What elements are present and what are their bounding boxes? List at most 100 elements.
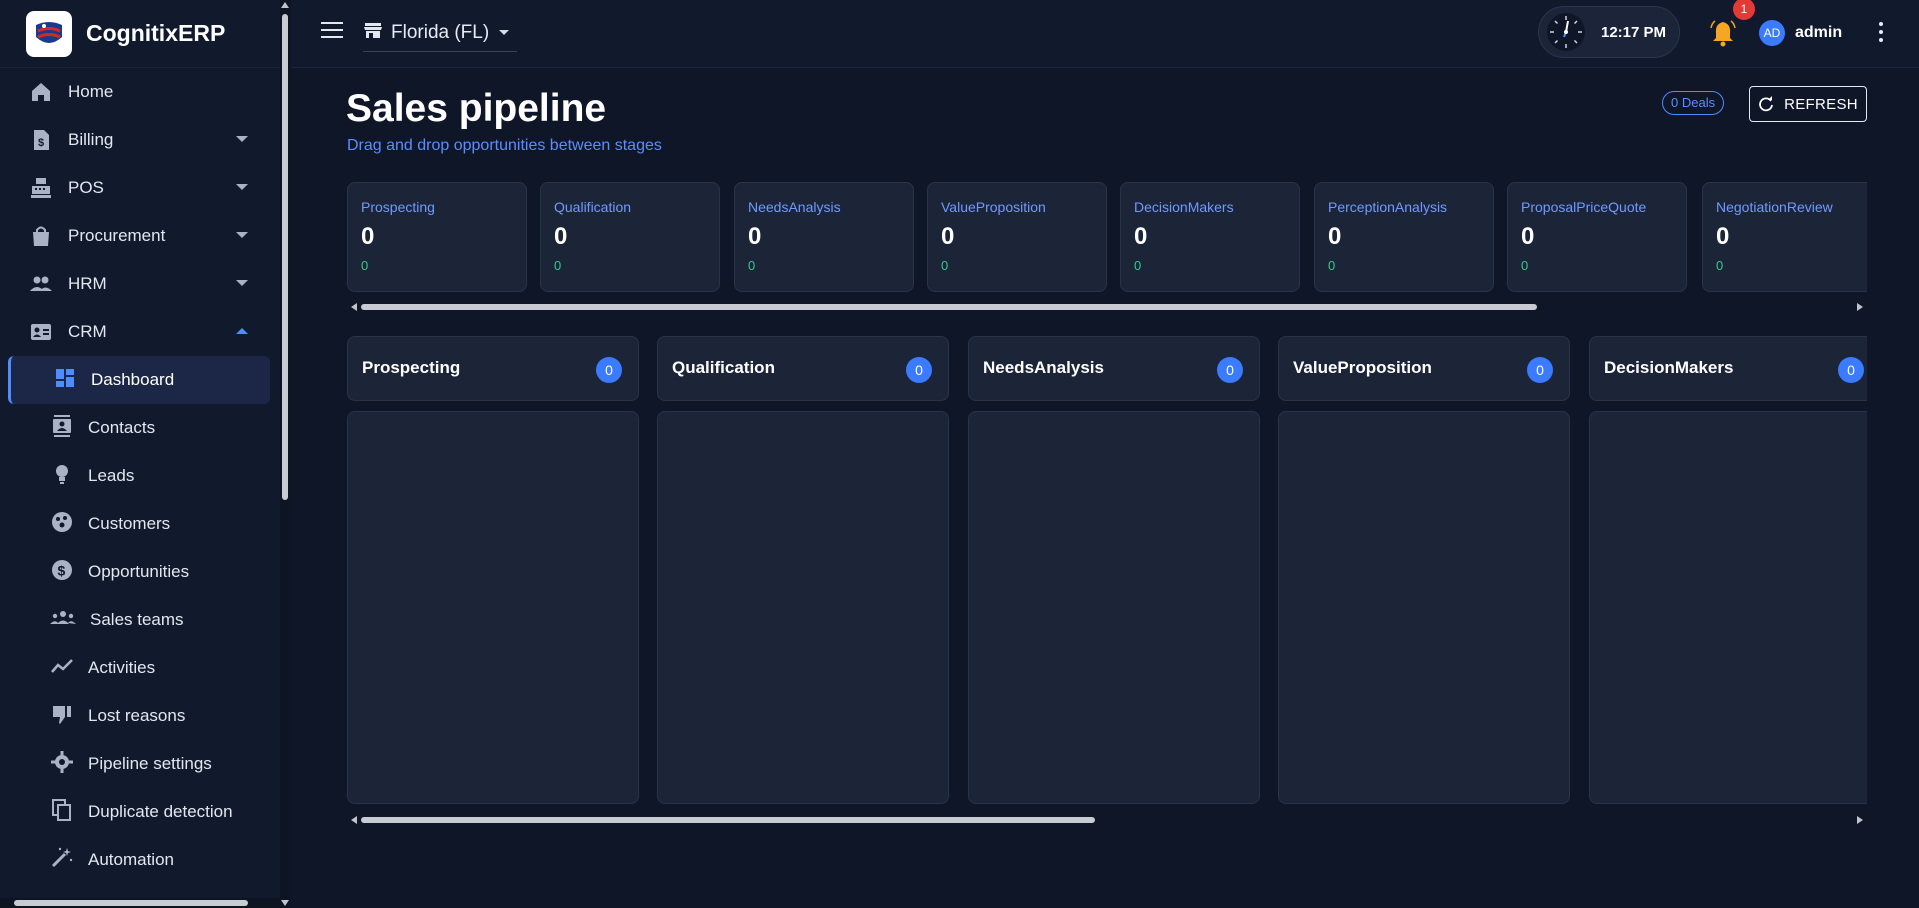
sidebar-subitem-duplicate-detection[interactable]: Duplicate detection xyxy=(0,788,280,836)
stage-amount: 0 xyxy=(361,258,369,273)
column-header[interactable]: NeedsAnalysis 0 xyxy=(968,336,1260,401)
sidebar-subitem-leads[interactable]: Leads xyxy=(0,452,280,500)
brand[interactable]: CognitixERP xyxy=(0,0,289,68)
stage-name: NeedsAnalysis xyxy=(748,199,841,215)
sidebar-subitem-automation[interactable]: Automation xyxy=(0,836,280,884)
sidebar-horizontal-scrollbar[interactable] xyxy=(0,898,280,908)
menu-toggle-button[interactable] xyxy=(321,22,345,46)
column-dropzone[interactable] xyxy=(1589,411,1867,804)
dashboard-icon xyxy=(53,366,77,395)
stage-summary-card: ValueProposition 0 0 xyxy=(927,182,1107,292)
kebab-dot xyxy=(1879,22,1883,26)
summary-horizontal-scrollbar[interactable] xyxy=(347,301,1867,313)
location-select[interactable]: Florida (FL) xyxy=(363,14,518,52)
stage-summary-card: PerceptionAnalysis 0 0 xyxy=(1314,182,1494,292)
app-root: CognitixERP Home $ Billing POS Procureme… xyxy=(0,0,1919,908)
avatar: AD xyxy=(1759,20,1785,46)
scrollbar-thumb[interactable] xyxy=(361,304,1537,310)
column-dropzone[interactable] xyxy=(347,411,639,804)
pos-icon xyxy=(28,175,54,201)
store-icon xyxy=(363,20,383,45)
customers-icon xyxy=(50,510,74,539)
stage-amount: 0 xyxy=(941,258,949,273)
stage-count: 0 xyxy=(748,223,762,250)
refresh-button[interactable]: REFRESH xyxy=(1749,86,1867,122)
column-dropzone[interactable] xyxy=(657,411,949,804)
stage-count: 0 xyxy=(554,223,568,250)
sidebar-subitem-label: Sales teams xyxy=(90,610,184,629)
chevron-down-icon xyxy=(236,232,248,238)
scroll-left-arrow-icon[interactable] xyxy=(351,303,357,311)
stage-count: 0 xyxy=(361,223,375,250)
sidebar-subitem-activities[interactable]: Activities xyxy=(0,644,280,692)
stage-name: ValueProposition xyxy=(941,199,1046,215)
column-dropzone[interactable] xyxy=(1278,411,1570,804)
sidebar-item-crm[interactable]: CRM xyxy=(0,308,280,356)
sidebar-subitem-label: Leads xyxy=(88,466,135,485)
sidebar-subitem-opportunities[interactable]: $ Opportunities xyxy=(0,548,280,596)
scrollbar-thumb[interactable] xyxy=(282,14,288,500)
stage-amount: 0 xyxy=(748,258,756,273)
column-header[interactable]: Prospecting 0 xyxy=(347,336,639,401)
column-header[interactable]: DecisionMakers 0 xyxy=(1589,336,1867,401)
lightbulb-icon xyxy=(50,462,74,491)
stage-summary-card: DecisionMakers 0 0 xyxy=(1120,182,1300,292)
column-count-badge: 0 xyxy=(596,357,622,383)
user-menu[interactable]: AD admin xyxy=(1759,20,1842,46)
trend-icon xyxy=(50,654,74,683)
scrollbar-thumb[interactable] xyxy=(14,900,248,906)
notifications-button[interactable] xyxy=(1708,18,1738,48)
sidebar-subitem-pipeline-settings[interactable]: Pipeline settings xyxy=(0,740,280,788)
sidebar-subitem-label: Dashboard xyxy=(91,370,175,389)
scroll-up-arrow-icon[interactable] xyxy=(281,2,289,8)
pipeline-column: NeedsAnalysis 0 xyxy=(968,336,1260,804)
stage-summary-card: ProposalPriceQuote 0 0 xyxy=(1507,182,1687,292)
people-icon xyxy=(28,271,54,297)
sidebar-subitem-contacts[interactable]: Contacts xyxy=(0,404,280,452)
sidebar-subitem-customers[interactable]: Customers xyxy=(0,500,280,548)
hamburger-line xyxy=(321,22,343,24)
more-options-button[interactable] xyxy=(1876,22,1886,46)
refresh-label: REFRESH xyxy=(1784,95,1858,113)
column-count-badge: 0 xyxy=(906,357,932,383)
user-name: admin xyxy=(1795,24,1843,41)
dollar-icon: $ xyxy=(50,558,74,587)
sidebar-item-home[interactable]: Home xyxy=(0,68,280,116)
sidebar-subitem-dashboard[interactable]: Dashboard xyxy=(8,356,270,404)
pipeline-column: Qualification 0 xyxy=(657,336,949,804)
stage-name: DecisionMakers xyxy=(1134,199,1234,215)
column-header[interactable]: Qualification 0 xyxy=(657,336,949,401)
scrollbar-thumb[interactable] xyxy=(361,817,1095,823)
column-title: Qualification xyxy=(672,358,775,377)
refresh-icon xyxy=(1759,96,1774,112)
sidebar-item-hrm[interactable]: HRM xyxy=(0,260,280,308)
contacts-icon xyxy=(50,414,74,443)
scroll-right-arrow-icon[interactable] xyxy=(1857,816,1863,824)
stage-amount: 0 xyxy=(1134,258,1142,273)
chevron-down-icon xyxy=(499,30,510,35)
scroll-down-arrow-icon[interactable] xyxy=(281,900,289,906)
sidebar-vertical-scrollbar[interactable] xyxy=(280,0,290,908)
board-horizontal-scrollbar[interactable] xyxy=(347,814,1867,826)
notification-count-badge: 1 xyxy=(1733,0,1755,20)
sidebar-subitem-sales-teams[interactable]: Sales teams xyxy=(0,596,280,644)
stage-summary-card: NeedsAnalysis 0 0 xyxy=(734,182,914,292)
stage-summary-card: NegotiationReview 0 0 xyxy=(1702,182,1867,292)
sidebar-item-procurement[interactable]: Procurement xyxy=(0,212,280,260)
pipeline-column: DecisionMakers 0 xyxy=(1589,336,1867,804)
scroll-right-arrow-icon[interactable] xyxy=(1857,303,1863,311)
column-count-badge: 0 xyxy=(1217,357,1243,383)
clock-icon xyxy=(1547,13,1585,51)
sidebar-subitem-label: Pipeline settings xyxy=(88,754,212,773)
scroll-left-arrow-icon[interactable] xyxy=(351,816,357,824)
stage-count: 0 xyxy=(1328,223,1342,250)
column-dropzone[interactable] xyxy=(968,411,1260,804)
column-header[interactable]: ValueProposition 0 xyxy=(1278,336,1570,401)
sidebar-subitem-label: Activities xyxy=(88,658,156,677)
sidebar-item-billing[interactable]: $ Billing xyxy=(0,116,280,164)
sidebar-subitem-lost-reasons[interactable]: Lost reasons xyxy=(0,692,280,740)
sidebar-item-pos[interactable]: POS xyxy=(0,164,280,212)
stage-amount: 0 xyxy=(554,258,562,273)
copy-icon xyxy=(50,798,74,827)
stage-summary-strip: Prospecting 0 0 Qualification 0 0 NeedsA… xyxy=(347,182,1867,292)
